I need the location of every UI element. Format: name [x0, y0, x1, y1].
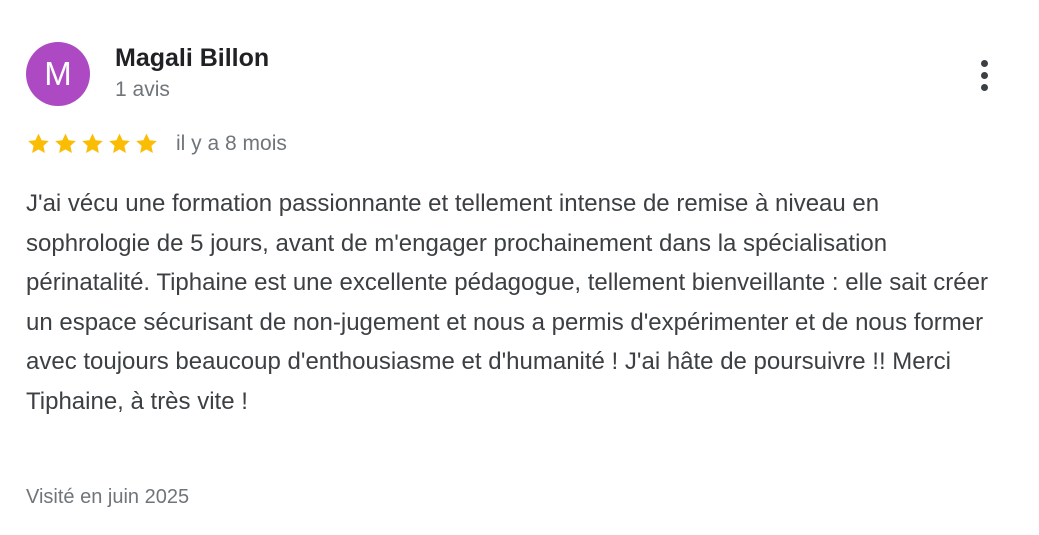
- author-name[interactable]: Magali Billon: [115, 44, 269, 73]
- author-review-count: 1 avis: [115, 78, 170, 101]
- review-text: J'ai vécu une formation passionnante et …: [26, 190, 988, 415]
- star-icon: [107, 132, 132, 156]
- more-vertical-icon: [980, 59, 988, 67]
- star-icon: [134, 132, 159, 156]
- rating-row: il y a 8 mois: [26, 130, 287, 158]
- visited-date: Visité en juin 2025: [26, 486, 190, 508]
- star-rating: [26, 132, 159, 156]
- star-icon: [80, 132, 105, 156]
- review-card: M Magali Billon 1 avis il y a 8 mois J'a…: [0, 0, 1039, 535]
- more-options-button[interactable]: [970, 55, 998, 95]
- more-vertical-icon-dot: [980, 71, 988, 79]
- star-icon: [53, 132, 78, 156]
- star-icon: [26, 132, 51, 156]
- avatar[interactable]: M: [26, 42, 90, 106]
- more-vertical-icon-dot: [980, 83, 988, 91]
- review-date: il y a 8 mois: [176, 132, 287, 155]
